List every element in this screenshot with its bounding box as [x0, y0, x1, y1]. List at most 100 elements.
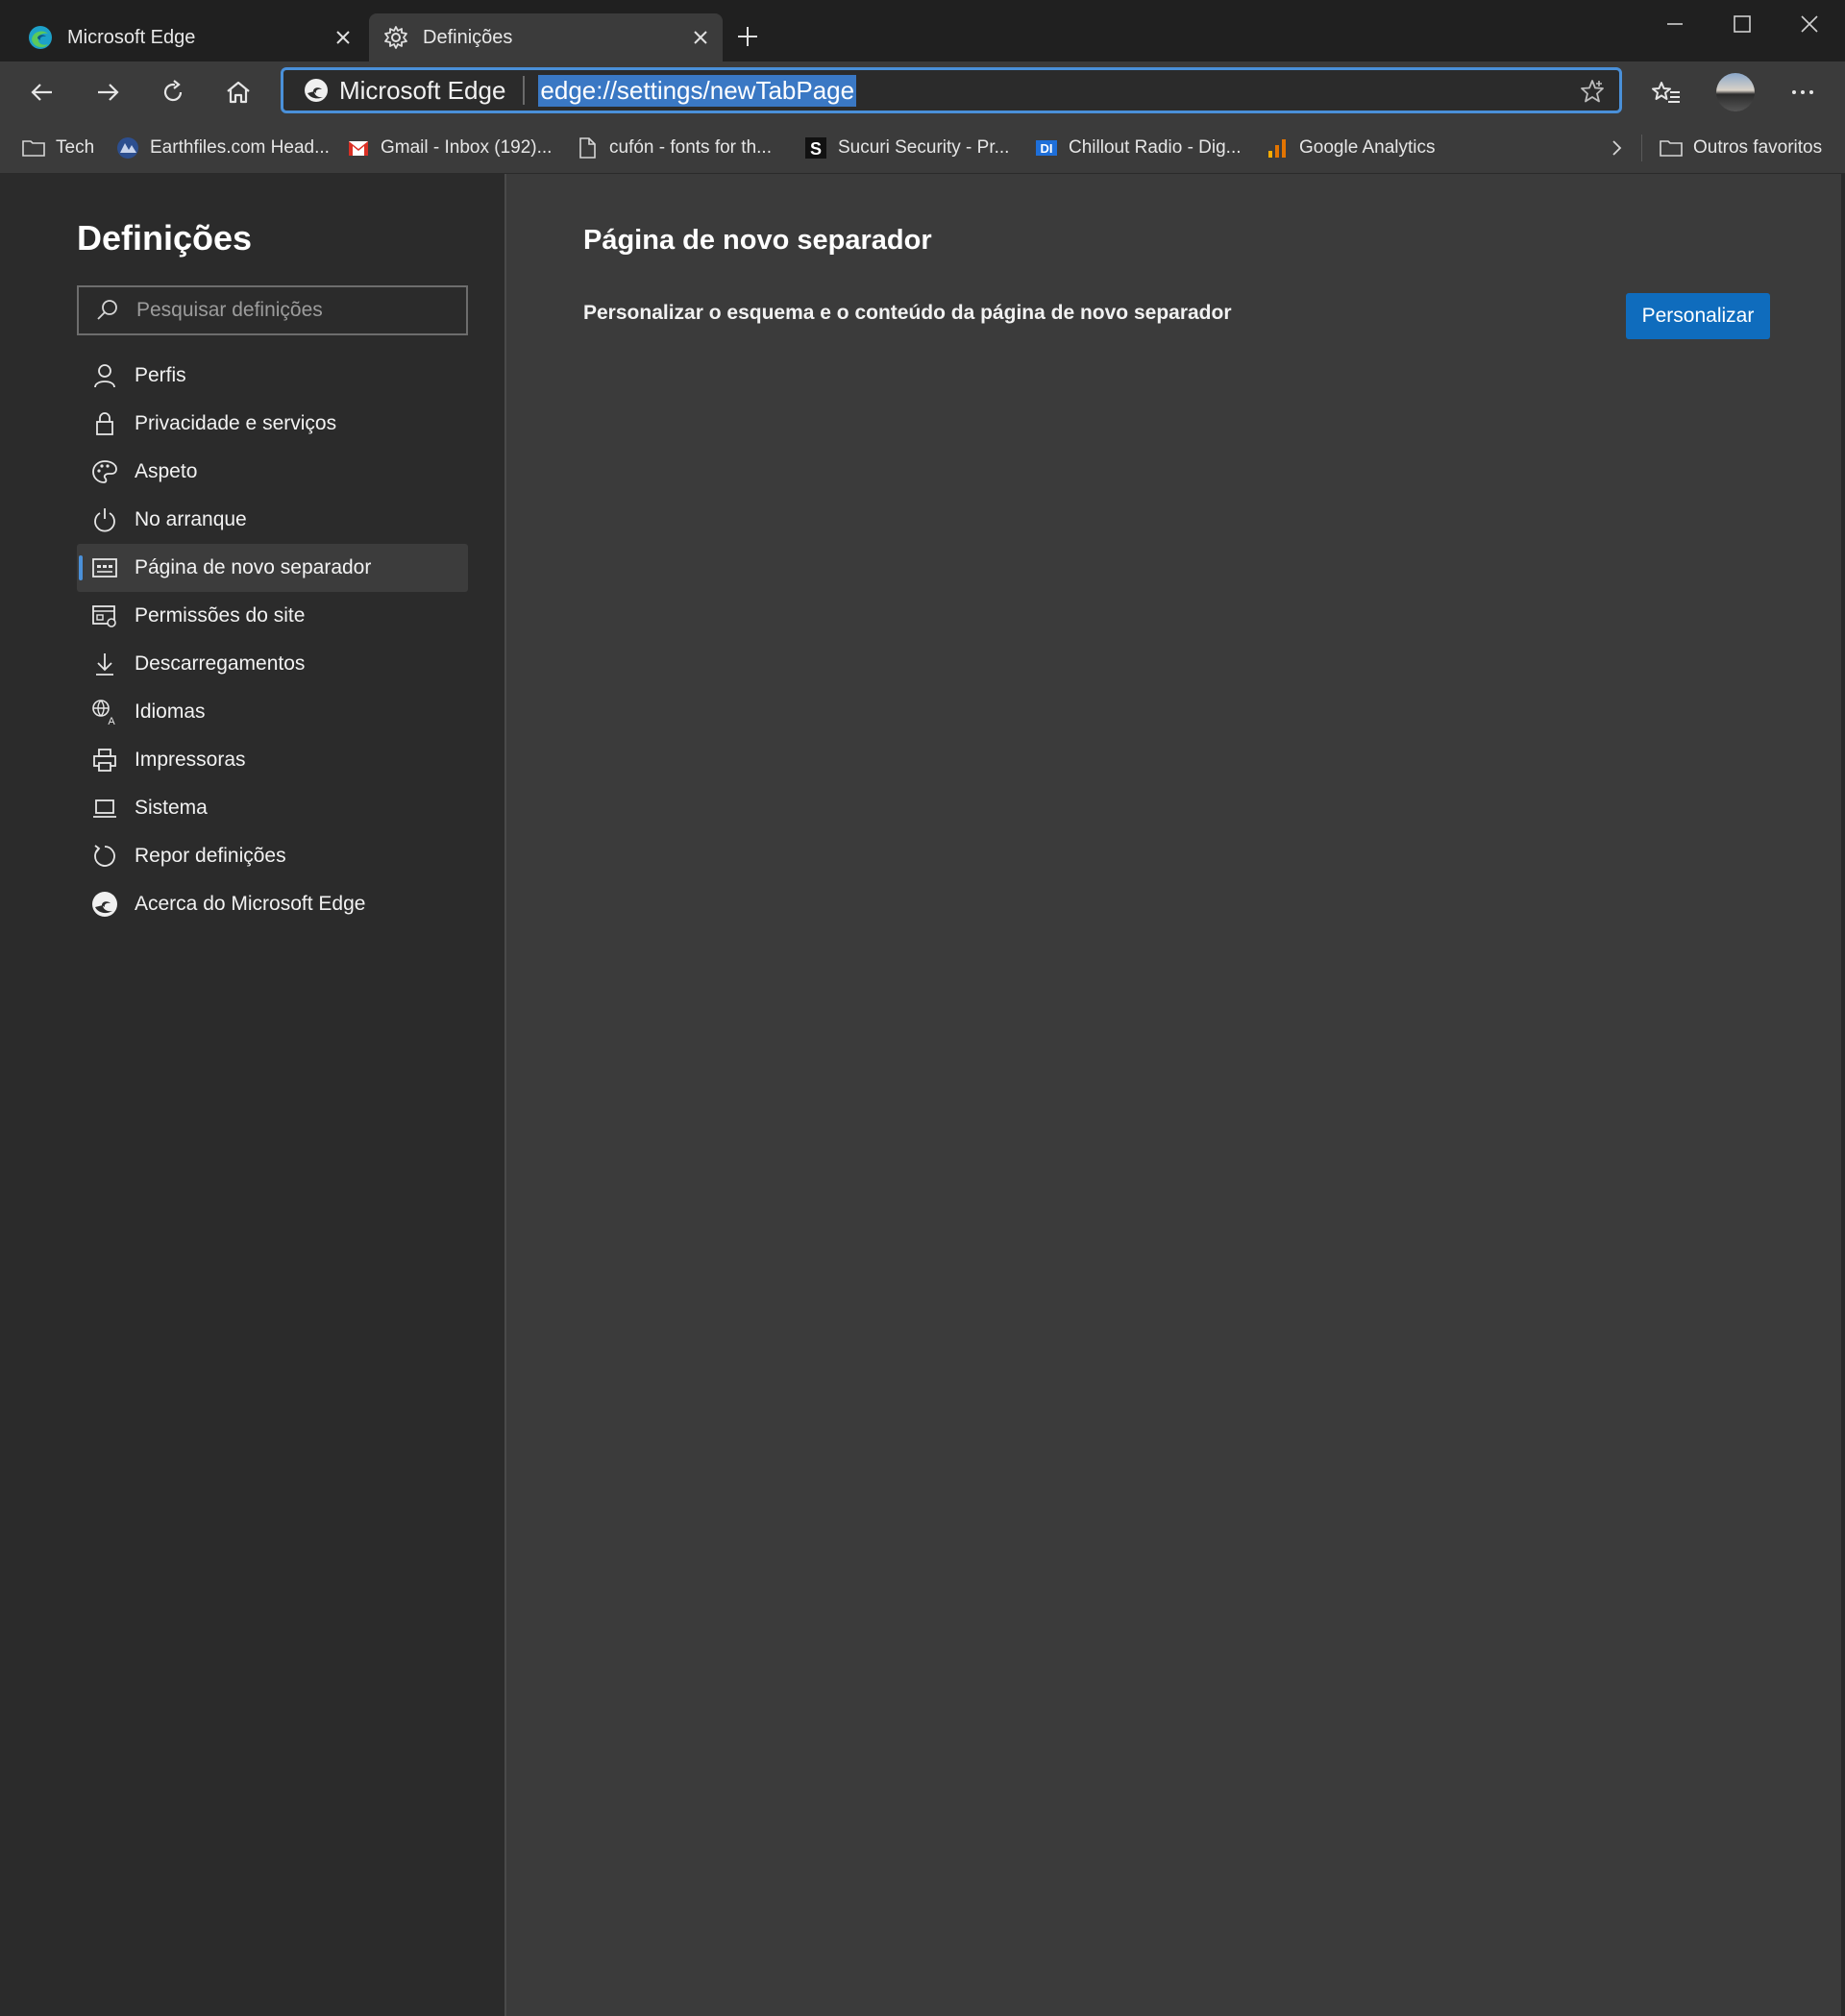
lock-icon — [96, 412, 113, 435]
person-icon — [94, 364, 115, 388]
sidebar-item-label: Página de novo separador — [135, 556, 372, 578]
sidebar-item-sistema[interactable]: Sistema — [77, 784, 468, 832]
edge-logo-icon — [92, 892, 117, 917]
tab-title: Definições — [423, 26, 513, 48]
bookmark-label: Gmail - Inbox (192)... — [381, 137, 553, 158]
bookmark-google-analytics[interactable]: Google Analytics — [1265, 133, 1436, 163]
home-icon[interactable] — [221, 75, 256, 110]
languages-icon: A — [92, 700, 115, 726]
sidebar-item-acerca[interactable]: Acerca do Microsoft Edge — [77, 880, 468, 928]
laptop-icon — [93, 799, 116, 818]
more-options-icon[interactable] — [1785, 75, 1820, 110]
settings-sidebar: Definições Pesquisar definições Perfis P… — [0, 174, 506, 2016]
svg-text:DI: DI — [1041, 141, 1053, 156]
search-icon — [97, 300, 117, 320]
sidebar-item-label: Descarregamentos — [135, 652, 306, 675]
download-icon — [96, 653, 113, 676]
reset-icon — [94, 845, 115, 867]
personalize-button[interactable]: Personalizar — [1626, 293, 1770, 339]
address-divider — [523, 76, 526, 105]
sidebar-item-label: Privacidade e serviços — [135, 412, 337, 434]
bookmark-label: Tech — [56, 137, 95, 158]
site-permissions-icon — [92, 605, 116, 627]
sidebar-item-label: Aspeto — [135, 460, 198, 482]
gear-icon — [384, 26, 407, 49]
customize-description: Personalizar o esquema e o conteúdo da p… — [583, 302, 1232, 324]
bookmark-label: Sucuri Security - Pr... — [838, 137, 1010, 158]
profile-avatar[interactable] — [1716, 73, 1755, 111]
sidebar-item-permissoes[interactable]: Permissões do site — [77, 592, 468, 640]
bookmark-earthfiles[interactable]: Earthfiles.com Head... — [115, 133, 330, 163]
maximize-icon[interactable] — [1730, 12, 1755, 37]
forward-arrow-icon[interactable] — [90, 75, 125, 110]
settings-title: Definições — [77, 218, 253, 258]
search-placeholder: Pesquisar definições — [136, 299, 323, 321]
printer-icon — [93, 749, 116, 772]
palette-icon — [92, 460, 117, 483]
tab-definicoes[interactable]: Definições — [369, 13, 723, 61]
chevron-right-icon[interactable] — [1605, 136, 1628, 160]
sidebar-item-perfis[interactable]: Perfis — [77, 352, 468, 400]
sidebar-item-aspeto[interactable]: Aspeto — [77, 448, 468, 496]
bookmark-label: Earthfiles.com Head... — [150, 137, 330, 158]
edge-logo-icon — [29, 26, 52, 49]
sidebar-item-pagina-novo-separador[interactable]: Página de novo separador — [77, 544, 468, 592]
sidebar-item-label: Perfis — [135, 364, 186, 386]
refresh-icon[interactable] — [156, 75, 190, 110]
new-tab-icon[interactable] — [732, 21, 763, 52]
url-text[interactable]: edge://settings/newTabPage — [538, 74, 857, 107]
sidebar-item-idiomas[interactable]: A Idiomas — [77, 688, 468, 736]
tab-strip: Microsoft Edge Definições — [0, 0, 1845, 61]
site-identity-label: Microsoft Edge — [339, 75, 506, 105]
sidebar-item-label: Acerca do Microsoft Edge — [135, 893, 366, 915]
bookmarks-divider — [1641, 135, 1642, 161]
sidebar-item-label: Idiomas — [135, 701, 206, 723]
address-bar[interactable]: Microsoft Edge edge://settings/newTabPag… — [281, 67, 1622, 113]
bookmark-other-favorites[interactable]: Outros favoritos — [1659, 133, 1822, 163]
tab-title: Microsoft Edge — [67, 26, 196, 48]
bookmark-cufon[interactable]: cufón - fonts for th... — [575, 133, 772, 163]
gmail-icon — [349, 141, 368, 156]
window-edge — [1841, 174, 1845, 2016]
sucuri-icon: S — [805, 137, 826, 159]
page-title: Página de novo separador — [583, 225, 932, 256]
sidebar-item-label: Permissões do site — [135, 604, 306, 627]
tab-microsoft-edge[interactable]: Microsoft Edge — [13, 13, 365, 61]
minimize-icon[interactable] — [1662, 12, 1687, 37]
add-favorite-star-icon[interactable] — [1579, 78, 1606, 105]
bookmark-label: cufón - fonts for th... — [609, 137, 772, 158]
folder-icon — [1660, 140, 1683, 157]
active-indicator — [79, 555, 83, 580]
edge-logo-icon — [305, 79, 328, 102]
sidebar-item-label: No arranque — [135, 508, 247, 530]
toolbar: Microsoft Edge edge://settings/newTabPag… — [0, 61, 1845, 123]
bookmark-sucuri[interactable]: S Sucuri Security - Pr... — [803, 133, 1009, 163]
favorites-icon[interactable] — [1649, 75, 1684, 110]
page-icon — [579, 137, 596, 159]
bookmark-label: Outros favoritos — [1693, 137, 1823, 158]
bookmark-gmail[interactable]: Gmail - Inbox (192)... — [346, 133, 552, 163]
folder-icon — [22, 140, 45, 157]
bookmark-tech[interactable]: Tech — [21, 133, 94, 163]
svg-text:S: S — [810, 139, 822, 159]
bookmark-label: Chillout Radio - Dig... — [1069, 137, 1242, 158]
close-icon[interactable] — [690, 27, 711, 48]
search-settings-input[interactable]: Pesquisar definições — [77, 285, 468, 335]
sidebar-item-privacidade[interactable]: Privacidade e serviços — [77, 400, 468, 448]
favorites-bar: Tech Earthfiles.com Head... Gmail - Inbo… — [0, 123, 1845, 174]
sidebar-item-descarregamentos[interactable]: Descarregamentos — [77, 640, 468, 688]
bookmark-label: Google Analytics — [1299, 137, 1436, 158]
window-close-icon[interactable] — [1797, 12, 1822, 37]
sidebar-item-label: Sistema — [135, 797, 208, 819]
sidebar-item-no-arranque[interactable]: No arranque — [77, 496, 468, 544]
power-icon — [94, 508, 115, 532]
svg-text:A: A — [108, 716, 115, 726]
sidebar-item-repor-definicoes[interactable]: Repor definições — [77, 832, 468, 880]
sidebar-item-impressoras[interactable]: Impressoras — [77, 736, 468, 784]
bookmark-chillout-radio[interactable]: DI Chillout Radio - Dig... — [1034, 133, 1242, 163]
back-arrow-icon[interactable] — [25, 75, 60, 110]
earthfiles-icon — [117, 137, 138, 159]
close-icon[interactable] — [332, 27, 354, 48]
sidebar-item-label: Impressoras — [135, 749, 246, 771]
di-icon: DI — [1036, 140, 1057, 156]
